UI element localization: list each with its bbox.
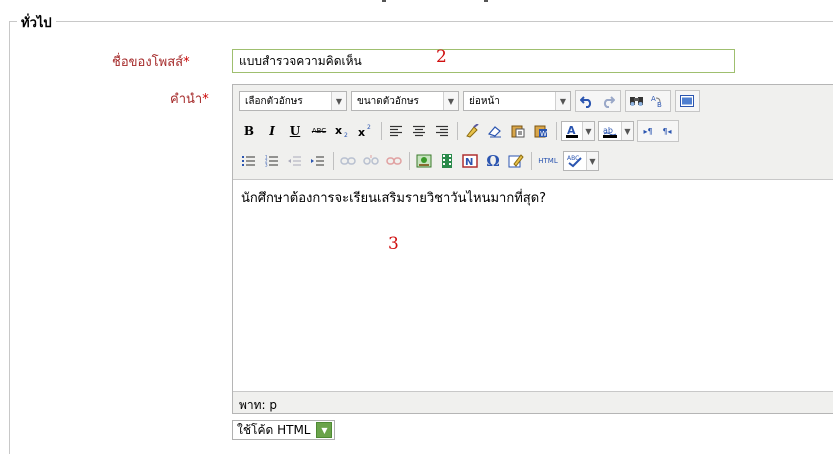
link-icon[interactable] — [338, 151, 358, 171]
fieldset-border — [9, 21, 17, 22]
unlink-icon[interactable] — [361, 151, 381, 171]
fullscreen-icon[interactable] — [677, 91, 697, 111]
editor-toolbar: เลือกตัวอักษร ▼ ขนาดตัวอักษร ▼ ย่อหน้า ▼ — [233, 85, 833, 180]
svg-text:2: 2 — [344, 132, 348, 138]
chevron-down-icon: ▼ — [316, 422, 333, 438]
toolbar-row-3: 123 N Ω HTML ABC ▼ — [239, 149, 602, 173]
history-group — [575, 90, 621, 112]
rtl-icon[interactable]: ¶◂ — [658, 121, 676, 141]
superscript-icon[interactable]: x2 — [356, 121, 376, 141]
indent-icon[interactable] — [308, 151, 328, 171]
required-mark: * — [183, 55, 190, 70]
background-color-picker[interactable]: ab ▼ — [598, 121, 634, 141]
svg-text:x: x — [358, 126, 365, 138]
special-char-icon[interactable]: Ω — [483, 151, 503, 171]
svg-text:x: x — [335, 124, 342, 137]
toolbar-separator — [531, 152, 532, 170]
toolbar-row-2: B I U ABC x2 x2 W A ▼ ab ▼ ▸¶ ¶◂ — [239, 119, 683, 143]
toolbar-separator — [556, 122, 557, 140]
spellcheck-icon: ABC — [564, 154, 586, 168]
editor-statusbar: พาท: p — [233, 391, 833, 413]
svg-text:N: N — [465, 157, 473, 168]
chevron-down-icon: ▼ — [555, 92, 570, 110]
fieldset-border — [9, 21, 10, 454]
anchor-icon[interactable] — [384, 151, 404, 171]
toolbar-separator — [333, 152, 334, 170]
svg-text:2: 2 — [367, 124, 371, 131]
required-mark: * — [202, 92, 209, 107]
redo-icon[interactable] — [598, 91, 618, 111]
annotation-marker-2: 2 — [436, 47, 447, 67]
toolbar-separator — [457, 122, 458, 140]
nonbreaking-icon[interactable]: N — [460, 151, 480, 171]
message-label: คำนำ* — [170, 92, 209, 107]
undo-icon[interactable] — [577, 91, 597, 111]
paste-word-icon[interactable]: W — [531, 121, 551, 141]
toolbar-separator — [409, 152, 410, 170]
chevron-down-icon: ▼ — [586, 152, 598, 170]
decorative-dash — [382, 0, 386, 2]
subject-label: ชื่อของโพสส์* — [112, 55, 190, 70]
paragraph-select[interactable]: ย่อหน้า ▼ — [463, 91, 571, 111]
chevron-down-icon: ▼ — [331, 92, 346, 110]
paragraph-select-label: ย่อหน้า — [469, 95, 500, 107]
fieldset-legend: ทั่วไป — [19, 12, 54, 33]
svg-text:3: 3 — [265, 163, 268, 168]
bold-icon[interactable]: B — [239, 121, 259, 141]
search-group: AB — [625, 90, 671, 112]
align-left-icon[interactable] — [386, 121, 406, 141]
replace-icon[interactable]: AB — [648, 91, 668, 111]
editor-content-area[interactable]: นักศึกษาต้องการจะเรียนเสริมรายวิชาวันไหน… — [233, 180, 833, 386]
decorative-dash — [484, 0, 488, 2]
annotation-marker-3: 3 — [388, 234, 399, 254]
italic-icon[interactable]: I — [262, 121, 282, 141]
chevron-down-icon: ▼ — [621, 122, 633, 140]
format-select[interactable]: ใช้โค้ด HTML ▼ — [232, 420, 336, 440]
chevron-down-icon: ▼ — [582, 122, 594, 140]
align-right-icon[interactable] — [432, 121, 452, 141]
svg-text:W: W — [540, 130, 547, 138]
rich-text-editor: เลือกตัวอักษร ▼ ขนาดตัวอักษร ▼ ย่อหน้า ▼ — [232, 84, 833, 414]
strikethrough-icon[interactable]: ABC — [308, 121, 330, 141]
paste-text-icon[interactable] — [508, 121, 528, 141]
font-family-select[interactable]: เลือกตัวอักษร ▼ — [239, 91, 347, 111]
toolbar-row-1: เลือกตัวอักษร ▼ ขนาดตัวอักษร ▼ ย่อหน้า ▼ — [239, 89, 704, 113]
font-size-select-label: ขนาดตัวอักษร — [357, 95, 419, 107]
bullet-list-icon[interactable] — [239, 151, 259, 171]
align-center-icon[interactable] — [409, 121, 429, 141]
edit-icon[interactable] — [506, 151, 526, 171]
fieldset-border — [56, 21, 833, 22]
direction-group: ▸¶ ¶◂ — [637, 120, 679, 142]
image-icon[interactable] — [414, 151, 434, 171]
text-color-picker[interactable]: A ▼ — [561, 121, 595, 141]
cleanup-icon[interactable] — [462, 121, 482, 141]
spellcheck-picker[interactable]: ABC ▼ — [563, 151, 599, 171]
outdent-icon[interactable] — [285, 151, 305, 171]
svg-text:B: B — [657, 101, 662, 108]
format-select-label: ใช้โค้ด HTML — [237, 422, 311, 437]
editor-content-text: นักศึกษาต้องการจะเรียนเสริมรายวิชาวันไหน… — [241, 191, 547, 206]
svg-text:A: A — [651, 95, 656, 103]
html-source-icon[interactable]: HTML — [536, 151, 560, 171]
numbered-list-icon[interactable]: 123 — [262, 151, 282, 171]
underline-icon[interactable]: U — [285, 121, 305, 141]
remove-format-icon[interactable] — [485, 121, 505, 141]
fullscreen-group — [675, 90, 700, 112]
background-color-icon: ab — [599, 124, 621, 138]
text-color-icon: A — [562, 124, 582, 138]
chevron-down-icon: ▼ — [443, 92, 458, 110]
toolbar-separator — [381, 122, 382, 140]
subscript-icon[interactable]: x2 — [333, 121, 353, 141]
element-path: พาท: p — [239, 398, 278, 412]
font-size-select[interactable]: ขนาดตัวอักษร ▼ — [351, 91, 459, 111]
media-icon[interactable] — [437, 151, 457, 171]
subject-input[interactable] — [232, 49, 735, 73]
ltr-icon[interactable]: ▸¶ — [639, 121, 657, 141]
find-icon[interactable] — [627, 91, 647, 111]
font-family-select-label: เลือกตัวอักษร — [245, 95, 303, 107]
